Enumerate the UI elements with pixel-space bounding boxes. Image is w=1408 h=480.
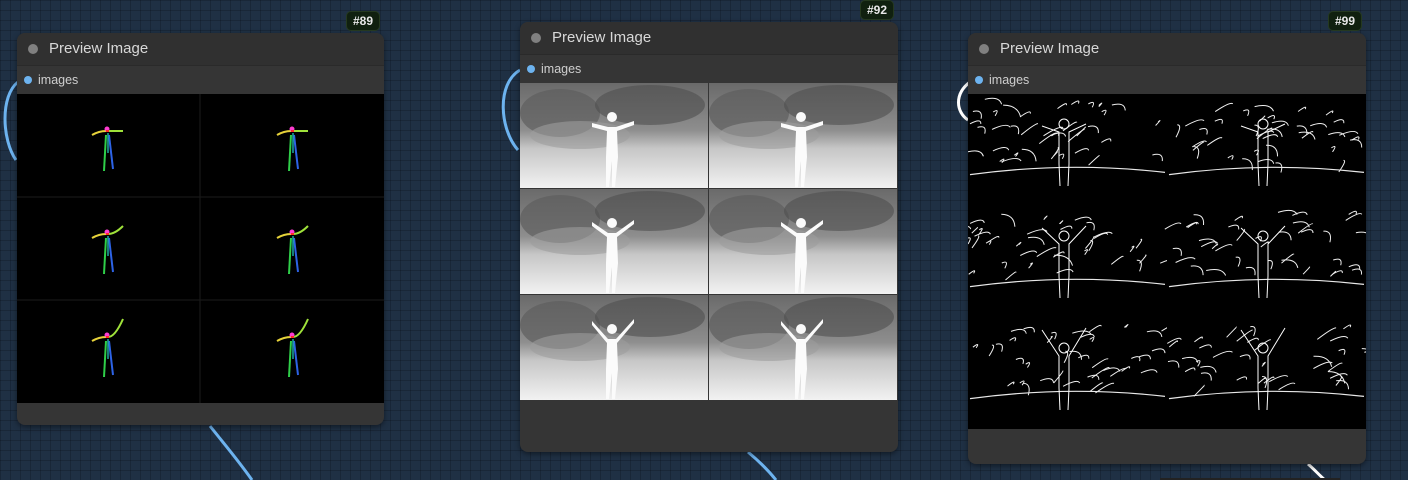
collapse-toggle[interactable] xyxy=(979,44,989,54)
depth-thumbnail xyxy=(709,295,897,400)
edge-thumbnail xyxy=(968,94,1166,205)
depth-thumbnail xyxy=(520,189,708,294)
link-from-node-89 xyxy=(208,425,254,480)
input-slot-dot[interactable] xyxy=(527,65,535,73)
collapse-toggle[interactable] xyxy=(28,44,38,54)
input-slot-label: images xyxy=(541,62,582,76)
preview-image-node-89[interactable]: Preview Image #89 images xyxy=(17,11,384,425)
node-header[interactable]: Preview Image #89 xyxy=(17,11,384,66)
node-header[interactable]: Preview Image #92 xyxy=(520,0,898,55)
node-id-badge: #92 xyxy=(859,0,894,20)
node-id-badge: #99 xyxy=(1327,11,1362,31)
edge-thumbnail xyxy=(1164,206,1366,317)
edge-thumbnail xyxy=(968,206,1178,317)
edge-thumbnail xyxy=(1167,94,1365,205)
link-from-node-92 xyxy=(747,450,778,480)
edge-thumbnail xyxy=(968,318,1176,429)
node-title: Preview Image xyxy=(1000,40,1100,57)
node-id-badge: #89 xyxy=(345,11,380,31)
input-slot-dot[interactable] xyxy=(975,76,983,84)
input-slot-label: images xyxy=(989,73,1030,87)
link-from-node-99 xyxy=(1307,462,1326,480)
preview-image-node-99[interactable]: Preview Image #99 images xyxy=(968,11,1366,464)
preview-image-grid xyxy=(968,94,1366,429)
depth-thumbnail xyxy=(520,295,708,400)
preview-image-node-92[interactable]: Preview Image #92 images xyxy=(520,0,898,452)
depth-thumbnail xyxy=(520,83,708,188)
edge-thumbnail xyxy=(1167,318,1366,429)
node-header[interactable]: Preview Image #99 xyxy=(968,11,1366,66)
preview-image-grid xyxy=(520,83,898,401)
preview-image-grid xyxy=(17,94,384,403)
collapse-toggle[interactable] xyxy=(531,33,541,43)
node-title: Preview Image xyxy=(552,29,652,46)
input-slot-dot[interactable] xyxy=(24,76,32,84)
depth-thumbnail xyxy=(709,189,897,294)
link-into-node-92 xyxy=(501,68,521,152)
input-slot-label: images xyxy=(38,73,79,87)
depth-thumbnail xyxy=(709,83,897,188)
node-title: Preview Image xyxy=(49,40,149,57)
